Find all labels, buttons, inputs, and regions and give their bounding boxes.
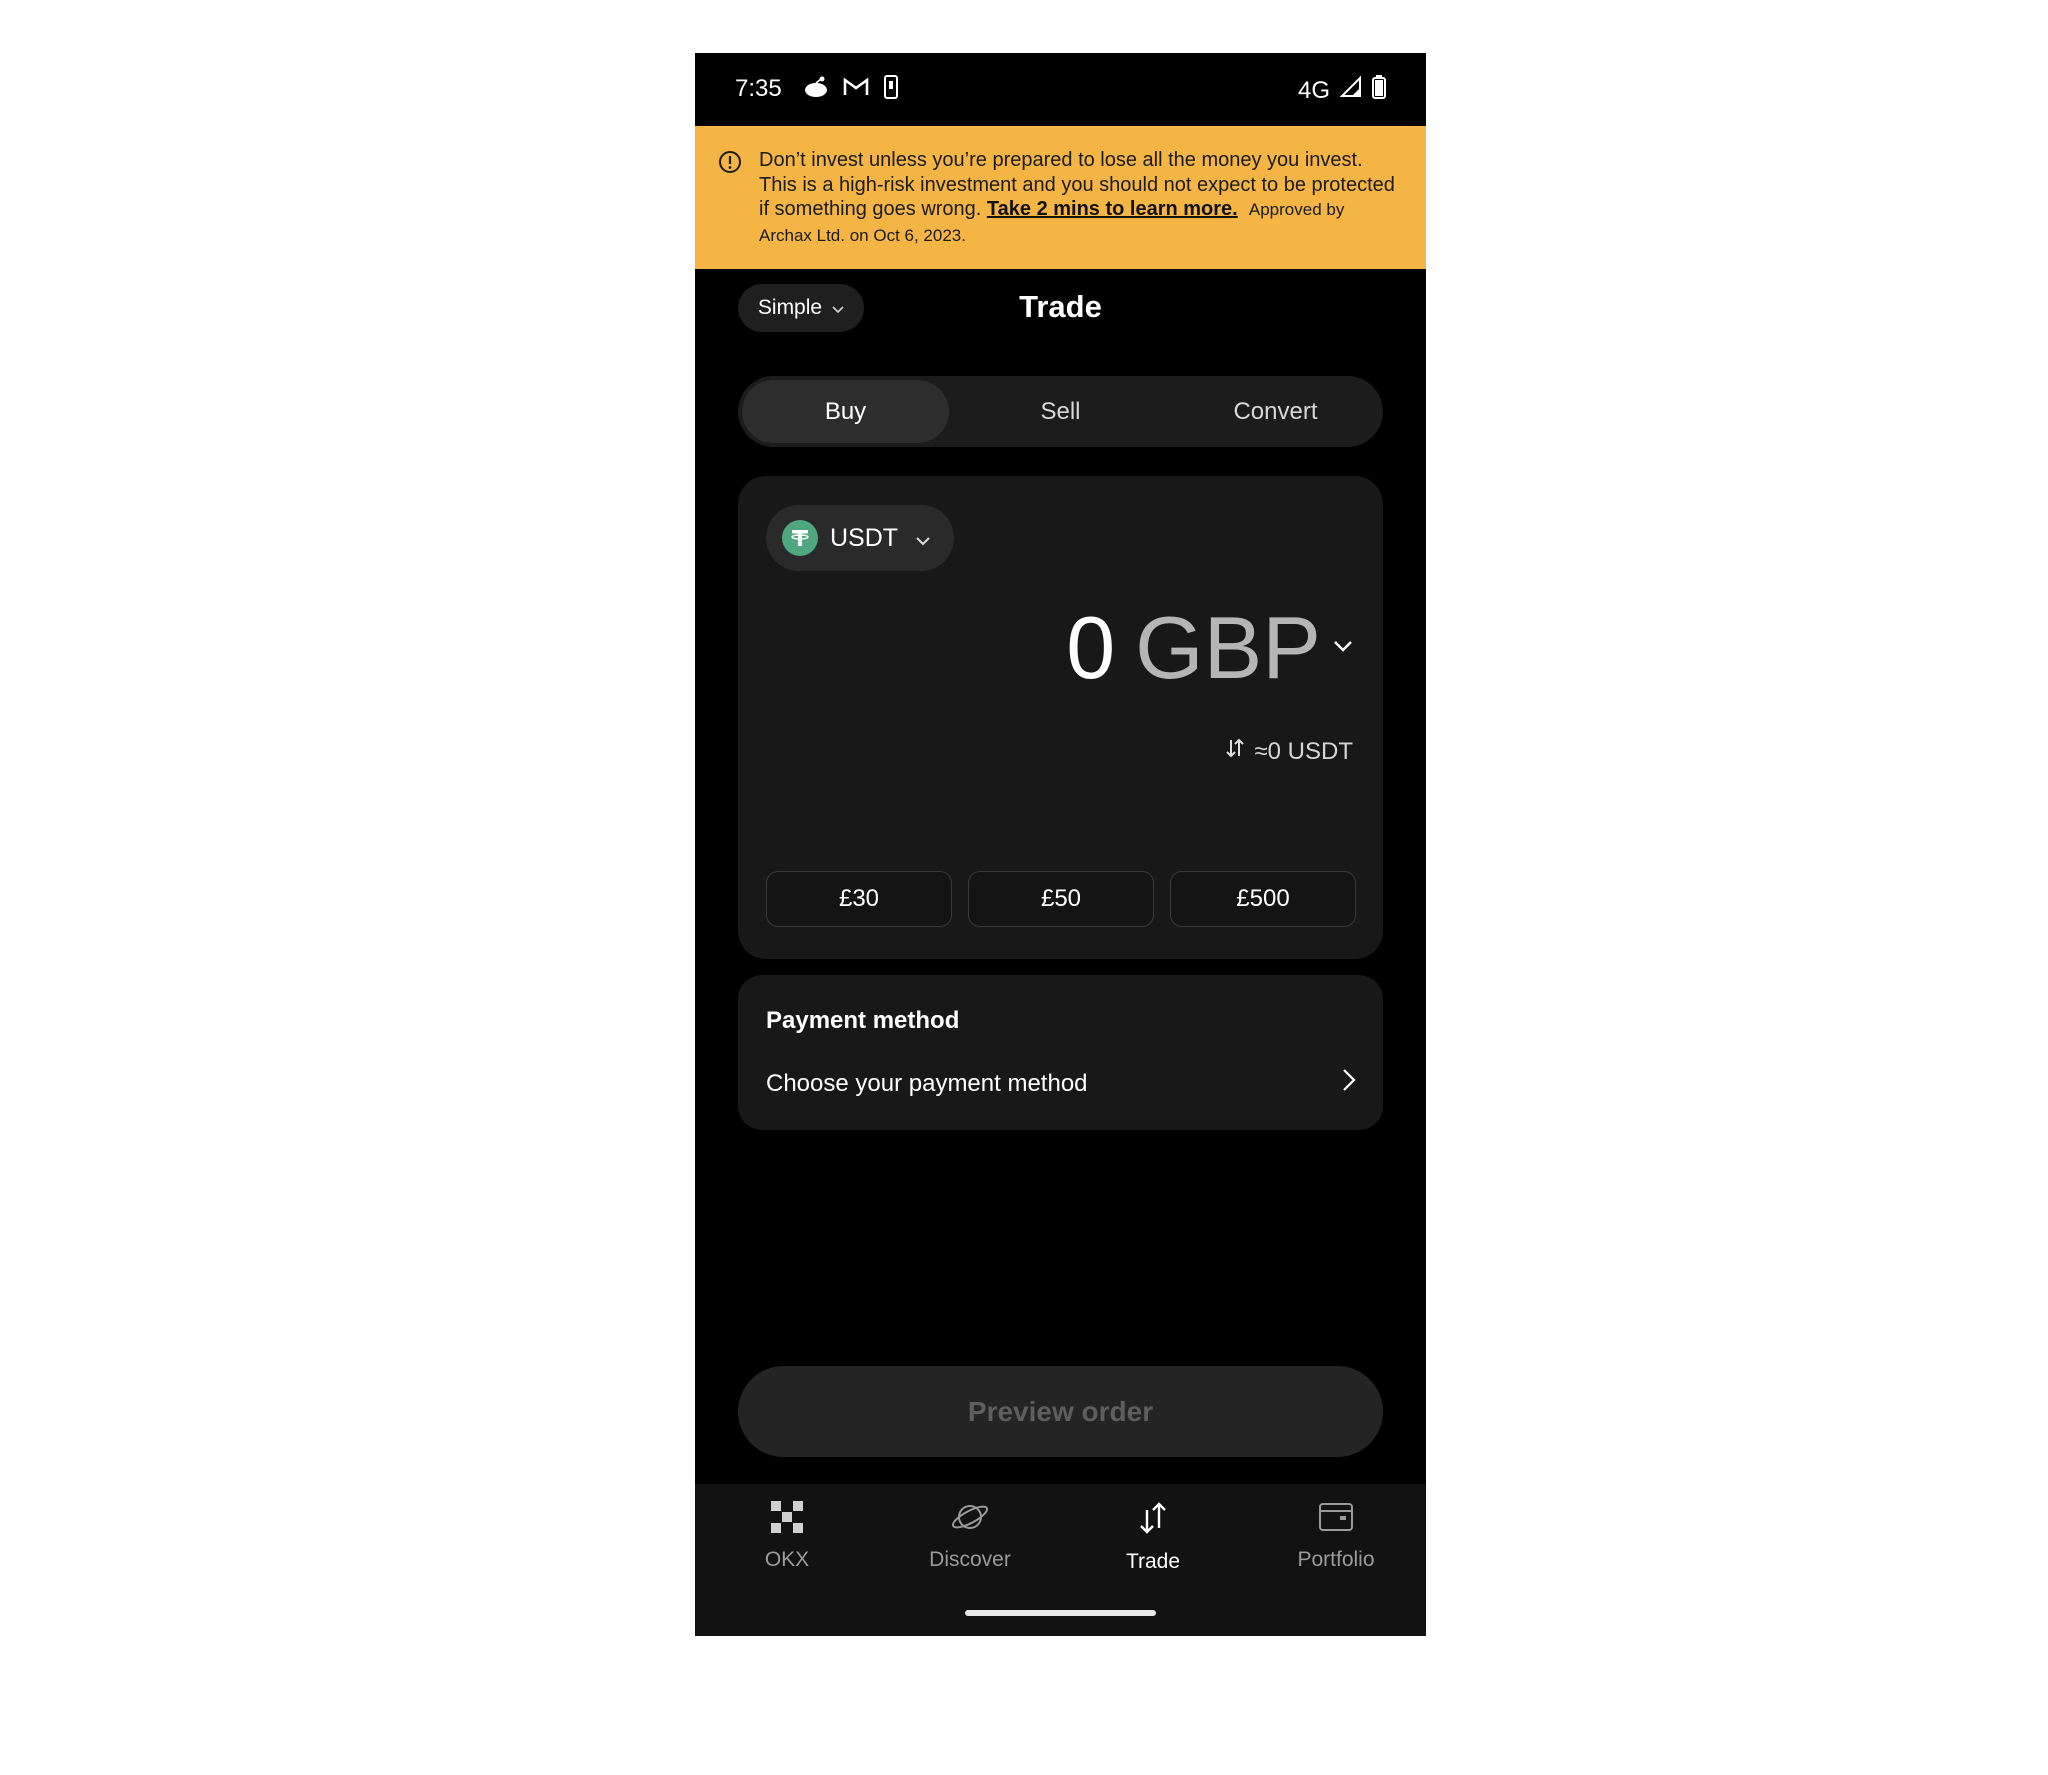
planet-icon: [950, 1500, 990, 1540]
info-icon: [718, 150, 742, 179]
bottom-nav: OKX Discover Trade Portfolio: [695, 1484, 1426, 1636]
payment-placeholder: Choose your payment method: [766, 1069, 1088, 1097]
learn-more-link[interactable]: Take 2 mins to learn more.: [987, 198, 1238, 220]
reddit-icon: [803, 76, 829, 103]
battery-icon: [1372, 75, 1386, 106]
preset-button[interactable]: £30: [766, 871, 952, 927]
status-time: 7:35: [735, 75, 782, 102]
signal-icon: [1339, 75, 1362, 105]
amount-card: USDT 0 GBP ≈0 USDT £30 £50 £500: [738, 476, 1383, 959]
amount-display[interactable]: 0 GBP: [1066, 604, 1353, 692]
nav-item-okx[interactable]: OKX: [717, 1500, 857, 1572]
payment-method-card: Payment method Choose your payment metho…: [738, 975, 1383, 1130]
okx-logo-icon: [770, 1500, 804, 1540]
trade-type-tabs: Buy Sell Convert: [738, 376, 1383, 447]
currency-chevron-icon[interactable]: [1333, 639, 1353, 657]
chevron-down-icon: [916, 524, 930, 553]
choose-payment-row[interactable]: Choose your payment method: [766, 1068, 1356, 1099]
conversion-text: ≈0 USDT: [1254, 737, 1353, 765]
nav-item-discover[interactable]: Discover: [900, 1500, 1040, 1572]
tab-buy[interactable]: Buy: [742, 380, 949, 443]
chevron-right-icon: [1342, 1068, 1356, 1099]
tether-icon: [782, 520, 818, 556]
page-title: Trade: [1019, 289, 1102, 324]
status-bar: 7:35 4G: [695, 53, 1426, 126]
payment-method-title: Payment method: [766, 1007, 960, 1034]
preset-button[interactable]: £500: [1170, 871, 1356, 927]
swap-arrows-icon[interactable]: [1224, 736, 1246, 767]
network-type: 4G: [1297, 76, 1330, 104]
trade-arrows-icon: [1136, 1500, 1170, 1542]
gmail-icon: [843, 77, 869, 102]
wallet-icon: [1318, 1500, 1354, 1540]
conversion-estimate[interactable]: ≈0 USDT: [1224, 736, 1353, 767]
nav-label-trade: Trade: [1125, 1550, 1181, 1573]
preview-order-button[interactable]: Preview order: [738, 1366, 1383, 1457]
notification-icons: [803, 75, 899, 104]
phone-screen: 7:35 4G Don’t invest unless you’re prepa…: [695, 53, 1426, 1636]
preset-amounts: £30 £50 £500: [766, 871, 1356, 927]
amount-value[interactable]: 0: [1066, 604, 1115, 692]
status-right: 4G: [1298, 75, 1386, 106]
tab-sell[interactable]: Sell: [957, 376, 1164, 447]
risk-warning-banner: Don’t invest unless you’re prepared to l…: [695, 126, 1426, 269]
nav-label-okx: OKX: [764, 1548, 810, 1571]
coin-symbol: USDT: [830, 523, 899, 552]
nav-item-portfolio[interactable]: Portfolio: [1266, 1500, 1406, 1572]
fiat-currency[interactable]: GBP: [1135, 604, 1321, 692]
nav-item-trade[interactable]: Trade: [1083, 1500, 1223, 1574]
coin-selector[interactable]: USDT: [766, 505, 954, 571]
phone-icon: [883, 75, 899, 104]
tab-convert[interactable]: Convert: [1172, 376, 1379, 447]
nav-label-portfolio: Portfolio: [1297, 1548, 1375, 1571]
home-indicator[interactable]: [965, 1610, 1156, 1616]
preset-button[interactable]: £50: [968, 871, 1154, 927]
risk-warning-text: Don’t invest unless you’re prepared to l…: [759, 148, 1399, 248]
nav-label-discover: Discover: [929, 1548, 1011, 1571]
